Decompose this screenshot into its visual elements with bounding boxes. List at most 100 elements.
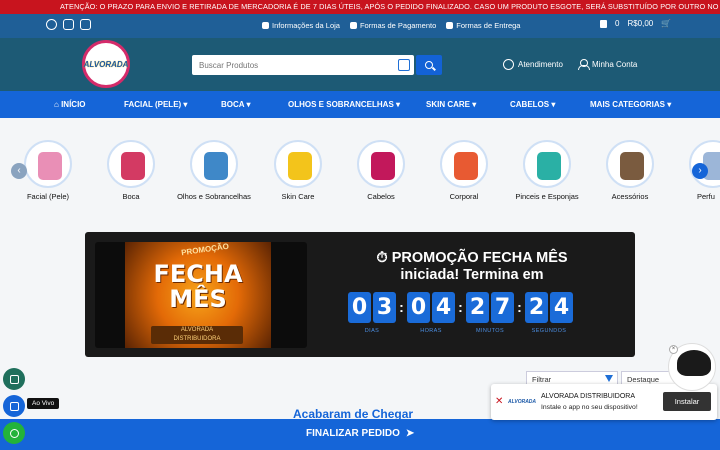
minha-conta-link[interactable]: Minha Conta: [578, 59, 637, 70]
announcement-text: ATENÇÃO: O PRAZO PARA ENVIO E RETIRADA D…: [60, 2, 720, 11]
finalizar-pedido-button[interactable]: FINALIZAR PEDIDO ➤: [306, 428, 414, 439]
cart-count: 0: [615, 19, 620, 28]
timer-seconds: 24 SEGUNDOS: [525, 292, 573, 334]
video-camera-icon: [9, 401, 19, 411]
product-thumbnail: [620, 152, 644, 180]
category-image: [107, 140, 155, 188]
notification-bell-button[interactable]: [3, 368, 25, 390]
carousel-next-button[interactable]: ›: [692, 163, 708, 179]
minha-conta-label: Minha Conta: [592, 60, 638, 69]
nav-item-mais-categorias[interactable]: MAIS CATEGORIAS ▾: [590, 100, 671, 109]
product-thumbnail: [38, 152, 62, 180]
whatsapp-icon: [9, 428, 19, 438]
bubble-close-icon[interactable]: ×: [669, 345, 678, 354]
payment-methods-link[interactable]: Formas de Pagamento: [349, 21, 437, 30]
user-icon: [578, 59, 590, 70]
category-image: [274, 140, 322, 188]
nav-label: MAIS CATEGORIAS: [590, 100, 665, 109]
category-carousel: Facial (Pele) Boca Olhos e Sobrancelhas …: [0, 118, 720, 218]
category-pinceis[interactable]: Pinceis e Esponjas: [507, 140, 587, 201]
product-thumbnail: [288, 152, 312, 180]
site-header: ALVORADA Atendimento Minha Conta: [0, 38, 720, 91]
mini-cart[interactable]: 0 R$0,00 🛒: [600, 19, 671, 28]
category-skincare[interactable]: Skin Care: [258, 140, 338, 201]
category-cabelos[interactable]: Cabelos: [341, 140, 421, 201]
timer-digit: 0: [348, 292, 371, 323]
category-label: Boca: [122, 192, 140, 201]
promo-image-badge: ALVORADA DISTRIBUIDORA: [151, 326, 243, 344]
app-name: ALVORADA DISTRIBUIDORA: [541, 393, 636, 400]
category-label: Facial (Pele): [26, 192, 70, 201]
timer-separator: :: [399, 299, 404, 315]
nav-item-cabelos[interactable]: CABELOS ▾: [510, 100, 555, 109]
category-label: Acessórios: [611, 192, 649, 201]
store-logo[interactable]: ALVORADA: [82, 40, 130, 88]
search-input[interactable]: [192, 55, 382, 76]
nav-item-facial[interactable]: FACIAL (PELE) ▾: [124, 100, 187, 109]
timer-label-seconds: SEGUNDOS: [531, 328, 567, 334]
payment-methods-label: Formas de Pagamento: [359, 21, 437, 30]
delivery-methods-link[interactable]: Formas de Entrega: [446, 21, 520, 30]
category-image: [440, 140, 488, 188]
whatsapp-icon[interactable]: [46, 19, 57, 30]
carousel-prev-button[interactable]: ‹: [11, 163, 27, 179]
timer-digit: 0: [407, 292, 430, 323]
timer-digit: 3: [373, 292, 396, 323]
category-boca[interactable]: Boca: [91, 140, 171, 201]
search-icon: [425, 61, 433, 69]
promo-image: PROMOÇÃO FECHA MÊS ALVORADA DISTRIBUIDOR…: [95, 242, 307, 348]
video-thumbnail: [677, 350, 711, 376]
promo-banner: PROMOÇÃO FECHA MÊS ALVORADA DISTRIBUIDOR…: [85, 232, 635, 357]
image-search-icon[interactable]: [398, 59, 410, 71]
nav-item-boca[interactable]: BOCA ▾: [221, 100, 251, 109]
bell-icon: [9, 374, 19, 384]
category-label: Pinceis e Esponjas: [515, 192, 579, 201]
card-icon: [349, 22, 357, 29]
timer-digit: 4: [432, 292, 455, 323]
install-button[interactable]: Instalar: [663, 392, 711, 411]
category-acessorios[interactable]: Acessórios: [590, 140, 670, 201]
facebook-icon[interactable]: [63, 19, 74, 30]
timer-hours: 04 HORAS: [407, 292, 455, 334]
checkout-bar[interactable]: FINALIZAR PEDIDO ➤: [0, 419, 720, 450]
product-thumbnail: [121, 152, 145, 180]
nav-item-olhos[interactable]: OLHOS E SOBRANCELHAS ▾: [288, 100, 400, 109]
finalizar-label: FINALIZAR PEDIDO: [306, 428, 400, 439]
store-info-label: Informações da Loja: [272, 21, 340, 30]
app-logo: ALVORADA: [507, 399, 537, 405]
category-image: [24, 140, 72, 188]
category-image: [606, 140, 654, 188]
category-corporal[interactable]: Corporal: [424, 140, 504, 201]
timer-label-hours: HORAS: [420, 328, 442, 334]
logo-text: ALVORADA: [83, 59, 129, 69]
category-label: Cabelos: [367, 192, 395, 201]
cart-icon[interactable]: 🛒: [661, 19, 671, 28]
timer-label-minutes: MINUTOS: [475, 328, 505, 334]
product-thumbnail: [371, 152, 395, 180]
instagram-icon[interactable]: [80, 19, 91, 30]
timer-digit: 7: [491, 292, 514, 323]
search-button[interactable]: [416, 55, 442, 75]
info-links: Informações da Loja Formas de Pagamento …: [262, 21, 520, 30]
cart-total: R$0,00: [627, 19, 654, 28]
live-video-button[interactable]: [3, 395, 25, 417]
store-info-link[interactable]: Informações da Loja: [262, 21, 340, 30]
whatsapp-float-button[interactable]: [3, 422, 25, 444]
social-links: [46, 19, 91, 30]
atendimento-link[interactable]: Atendimento: [503, 59, 563, 70]
timer-label-days: DIAS: [364, 328, 380, 334]
main-nav: ⌂ INÍCIO FACIAL (PELE) ▾ BOCA ▾ OLHOS E …: [0, 91, 720, 118]
nav-item-skincare[interactable]: SKIN CARE ▾: [426, 100, 476, 109]
nav-item-inicio[interactable]: ⌂ INÍCIO: [54, 100, 86, 109]
timer-digit: 2: [525, 292, 548, 323]
delivery-methods-label: Formas de Entrega: [456, 21, 521, 30]
timer-days: 03 DIAS: [348, 292, 396, 334]
category-label: Perfu: [697, 192, 715, 201]
category-image: [357, 140, 405, 188]
category-image: [523, 140, 571, 188]
promo-badge-line1: ALVORADA: [180, 327, 214, 333]
close-icon[interactable]: ✕: [495, 396, 503, 407]
category-image: [190, 140, 238, 188]
info-icon: [262, 22, 269, 29]
category-olhos[interactable]: Olhos e Sobrancelhas: [174, 140, 254, 201]
